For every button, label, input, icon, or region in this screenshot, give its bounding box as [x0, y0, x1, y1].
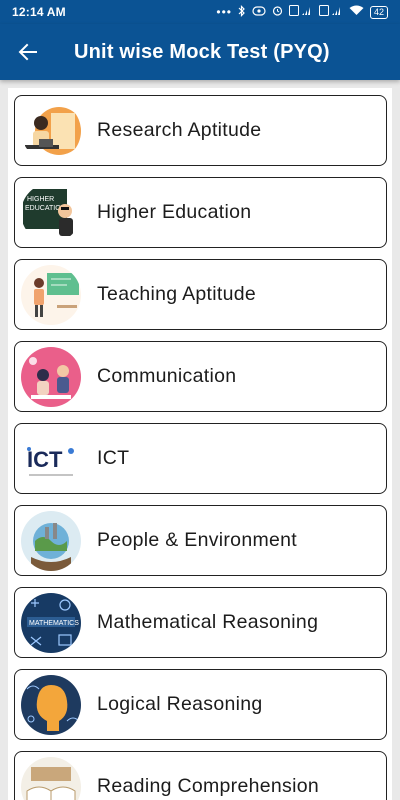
- unit-list[interactable]: Research Aptitude HIGHER EDUCATION Highe…: [8, 88, 392, 800]
- volte-signal-icon: [288, 5, 313, 19]
- unit-card-logical-reasoning[interactable]: Logical Reasoning: [14, 669, 387, 740]
- wifi-icon: [349, 5, 364, 19]
- mathematical-reasoning-thumb-icon: MATHEMATICS: [21, 592, 81, 653]
- unit-label: Research Aptitude: [97, 119, 262, 141]
- unit-label: Teaching Aptitude: [97, 283, 257, 305]
- unit-label: Mathematical Reasoning: [97, 611, 319, 633]
- status-bar: 12:14 AM ••• 42: [0, 0, 400, 24]
- svg-text:MATHEMATICS: MATHEMATICS: [29, 620, 79, 627]
- unit-card-ict[interactable]: ICT ICT: [14, 423, 387, 494]
- reading-comprehension-thumb-icon: [21, 756, 81, 800]
- research-aptitude-thumb-icon: [21, 100, 81, 161]
- teaching-aptitude-thumb-icon: [21, 264, 81, 325]
- unit-label: ICT: [97, 447, 130, 469]
- unit-card-reading-comprehension[interactable]: Reading Comprehension: [14, 751, 387, 800]
- app-bar: Unit wise Mock Test (PYQ): [0, 24, 400, 80]
- arrow-left-icon: [18, 43, 37, 61]
- page-title: Unit wise Mock Test (PYQ): [74, 40, 330, 63]
- svg-text:ICT: ICT: [27, 447, 63, 472]
- unit-label: People & Environment: [97, 529, 298, 551]
- people-environment-thumb-icon: [21, 510, 81, 571]
- higher-education-thumb-icon: HIGHER EDUCATION: [21, 182, 81, 243]
- unit-card-people-environment[interactable]: People & Environment: [14, 505, 387, 576]
- hotspot-icon: [252, 5, 266, 19]
- bluetooth-icon: [238, 4, 246, 20]
- unit-card-mathematical-reasoning[interactable]: MATHEMATICS Mathematical Reasoning: [14, 587, 387, 658]
- logical-reasoning-thumb-icon: [21, 674, 81, 735]
- svg-text:HIGHER: HIGHER: [27, 196, 54, 203]
- unit-label: Communication: [97, 365, 237, 387]
- alarm-icon: [272, 5, 283, 19]
- notification-dots-icon: •••: [216, 5, 232, 19]
- unit-label: Logical Reasoning: [97, 693, 263, 715]
- volte-signal-2-icon: [318, 5, 343, 19]
- unit-card-research-aptitude[interactable]: Research Aptitude: [14, 95, 387, 166]
- unit-card-communication[interactable]: Communication: [14, 341, 387, 412]
- ict-thumb-icon: ICT: [21, 428, 81, 489]
- status-time: 12:14 AM: [12, 5, 66, 19]
- communication-thumb-icon: [21, 346, 81, 407]
- status-icons: ••• 42: [216, 4, 388, 20]
- battery-icon: 42: [369, 5, 388, 19]
- unit-card-higher-education[interactable]: HIGHER EDUCATION Higher Education: [14, 177, 387, 248]
- unit-card-teaching-aptitude[interactable]: Teaching Aptitude: [14, 259, 387, 330]
- back-button[interactable]: [0, 24, 56, 80]
- unit-label: Higher Education: [97, 201, 252, 223]
- unit-label: Reading Comprehension: [97, 775, 320, 797]
